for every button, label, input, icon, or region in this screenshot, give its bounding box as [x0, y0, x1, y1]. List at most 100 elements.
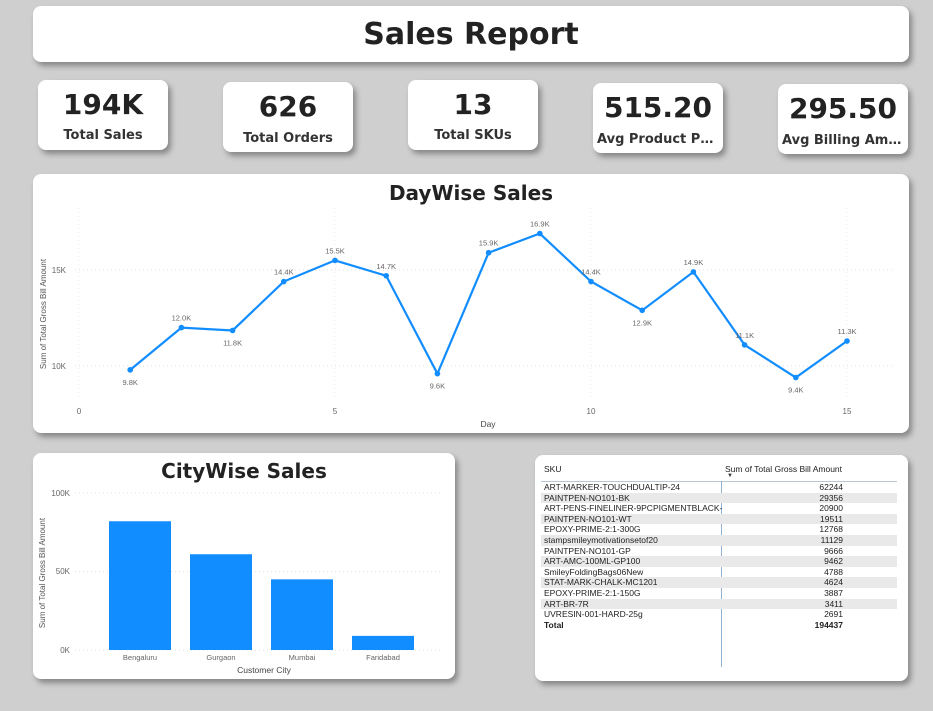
data-label: 16.9K [530, 220, 550, 229]
data-point[interactable] [537, 230, 543, 237]
kpi-value: 515.20 [603, 91, 713, 124]
y-axis-title: Sum of Total Gross Bill Amount [39, 258, 48, 369]
amount-cell: 29356 [819, 492, 843, 503]
data-point[interactable] [741, 342, 748, 348]
daywise-line-chart[interactable]: Sum of Total Gross Bill Amount Day 10K 1… [33, 174, 909, 433]
x-axis-title: Day [480, 419, 496, 429]
citywise-bar-chart[interactable]: Sum of Total Gross Bill Amount Customer … [33, 453, 455, 679]
data-point[interactable] [793, 374, 799, 381]
data-label: 14.4K [274, 268, 294, 277]
kpi-label: Avg Billing Amou... [782, 133, 904, 148]
kpi-card-total-orders[interactable]: 626 Total Orders [223, 82, 353, 152]
sku-table-panel[interactable]: SKU Sum of Total Gross Bill Amount ▼ ART… [535, 455, 908, 681]
bar[interactable] [190, 554, 252, 650]
data-point[interactable] [383, 272, 390, 279]
data-point[interactable] [639, 307, 645, 314]
data-point[interactable] [434, 370, 441, 377]
bar[interactable] [109, 521, 171, 650]
table-total-row: Total 194437 [541, 620, 897, 631]
y-tick-label: 100K [51, 489, 70, 498]
table-row[interactable]: ART-PENS-FINELINER-9PCPIGMENTBLACK-01 209… [541, 503, 897, 514]
bar[interactable] [271, 579, 333, 650]
y-tick-label: 10K [52, 362, 67, 371]
data-point[interactable] [281, 278, 287, 285]
total-value: 194437 [814, 619, 843, 630]
category-label: Faridabad [366, 653, 400, 662]
x-tick-label: 15 [843, 407, 852, 416]
total-label: Total [544, 619, 564, 630]
kpi-value: 626 [258, 90, 318, 123]
category-label: Gurgaon [206, 653, 235, 662]
sku-cell: STAT-MARK-CHALK-MC1201 [544, 577, 658, 588]
x-tick-label: 10 [587, 407, 596, 416]
amount-cell: 20900 [819, 503, 843, 514]
data-point[interactable] [485, 249, 492, 256]
data-point[interactable] [690, 269, 697, 275]
data-point[interactable] [332, 257, 338, 264]
amount-cell: 19511 [819, 513, 843, 524]
bar[interactable] [352, 635, 414, 650]
data-label: 14.4K [581, 268, 601, 277]
y-tick-label: 0K [60, 646, 70, 655]
kpi-card-total-skus[interactable]: 13 Total SKUs [408, 80, 538, 150]
kpi-label: Total Orders [243, 131, 333, 146]
data-point[interactable] [127, 367, 133, 373]
amount-cell: 4788 [824, 566, 843, 577]
table-body: ART-MARKER-TOUCHDUALTIP-24 62244 PAINTPEN-… [541, 482, 897, 620]
data-label: 9.8K [122, 378, 137, 387]
y-axis-title: Sum of Total Gross Bill Amount [38, 517, 47, 628]
sku-cell: ART-MARKER-TOUCHDUALTIP-24 [544, 482, 681, 492]
data-point[interactable] [588, 278, 594, 285]
table-row[interactable]: ART-BR-7R 3411 [541, 598, 897, 610]
table-row[interactable]: STAT-MARK-CHALK-MC1201 4624 [541, 577, 897, 588]
data-point[interactable] [178, 324, 185, 331]
sku-cell: SmileyFoldingBags06New [544, 566, 644, 577]
amount-cell: 11129 [820, 534, 843, 545]
table-header: SKU Sum of Total Gross Bill Amount ▼ [541, 461, 897, 482]
table-row[interactable]: EPOXY-PRIME-2:1-150G 3887 [541, 588, 897, 599]
table-row[interactable]: UVRESIN-001-HARD-25g 2691 [541, 609, 897, 620]
table-row[interactable]: EPOXY-PRIME-2:1-300G 12768 [541, 524, 897, 535]
sku-cell: UVRESIN-001-HARD-25g [544, 609, 643, 620]
table-row[interactable]: ART-AMC-100ML-GP100 9462 [541, 556, 897, 567]
table-row[interactable]: stampsmileymotivationsetof20 11129 [541, 534, 897, 546]
amount-cell: 4624 [824, 577, 843, 588]
sku-cell: PAINTPEN-NO101-WT [544, 513, 632, 524]
x-tick-label: 0 [77, 407, 82, 416]
x-tick-label: 5 [333, 407, 338, 416]
data-point[interactable] [844, 338, 850, 344]
column-header-amount[interactable]: Sum of Total Gross Bill Amount [725, 464, 842, 474]
data-label: 12.9K [632, 318, 652, 327]
data-label: 11.3K [837, 327, 856, 336]
data-label: 15.5K [325, 246, 345, 255]
daywise-sales-panel[interactable]: DayWise Sales Sum of Total Gross Bill Am… [33, 174, 909, 433]
table-row[interactable]: ART-MARKER-TOUCHDUALTIP-24 62244 [541, 482, 897, 493]
data-label: 9.6K [430, 382, 445, 391]
citywise-sales-panel[interactable]: CityWise Sales Sum of Total Gross Bill A… [33, 453, 455, 679]
table-row[interactable]: PAINTPEN-NO101-GP 9666 [541, 546, 897, 557]
column-header-sku[interactable]: SKU [544, 464, 561, 474]
kpi-card-total-sales[interactable]: 194K Total Sales [38, 80, 168, 150]
amount-cell: 3887 [824, 587, 843, 598]
data-label: 15.9K [479, 239, 499, 248]
data-point[interactable] [229, 327, 236, 334]
table-row[interactable]: PAINTPEN-NO101-WT 19511 [541, 513, 897, 525]
y-tick-label: 15K [52, 266, 67, 275]
amount-cell: 2691 [824, 609, 843, 620]
amount-cell: 9462 [824, 556, 843, 567]
sku-cell: stampsmileymotivationsetof20 [544, 534, 658, 545]
table-row[interactable]: PAINTPEN-NO101-BK 29356 [541, 492, 897, 504]
kpi-card-avg-billing-amount[interactable]: 295.50 Avg Billing Amou... [778, 84, 908, 154]
kpi-card-avg-product-price[interactable]: 515.20 Avg Product Price [593, 83, 723, 153]
kpi-label: Total SKUs [434, 128, 512, 143]
sku-cell: EPOXY-PRIME-2:1-150G [544, 587, 641, 598]
table-row[interactable]: SmileyFoldingBags06New 4788 [541, 567, 897, 578]
amount-cell: 9666 [824, 545, 843, 556]
sort-descending-icon[interactable]: ▼ [727, 473, 733, 479]
data-label: 11.8K [223, 338, 242, 347]
sku-cell: PAINTPEN-NO101-GP [544, 545, 631, 556]
data-label: 11.1K [735, 331, 754, 340]
sku-table[interactable]: SKU Sum of Total Gross Bill Amount ▼ ART… [541, 461, 897, 667]
x-axis-title: Customer City [237, 665, 292, 675]
category-label: Bengaluru [123, 653, 157, 662]
